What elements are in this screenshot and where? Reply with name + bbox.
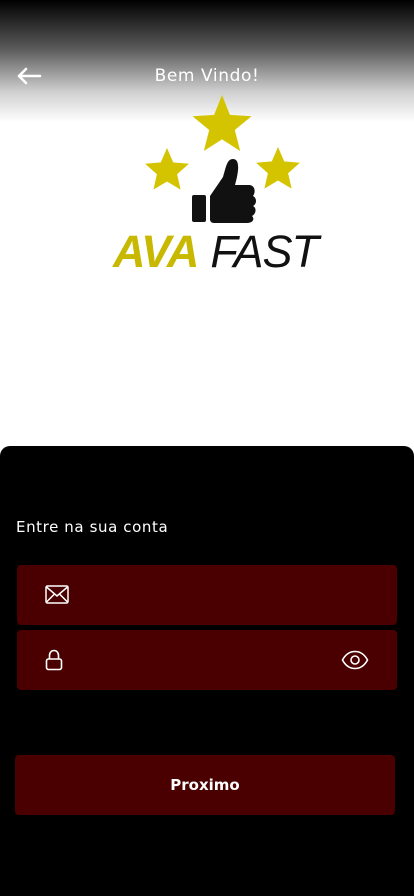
page-title: Bem Vindo! [154, 66, 260, 86]
password-field[interactable] [17, 630, 397, 690]
login-screen: Bem Vindo! AVA FAST Entre na sua conta P… [0, 0, 414, 896]
thumbs-up-icon [192, 159, 256, 223]
next-button[interactable]: Proximo [15, 755, 395, 815]
star-icon [192, 95, 252, 151]
star-icon [145, 148, 189, 190]
password-input[interactable] [85, 630, 325, 690]
email-input[interactable] [85, 565, 325, 625]
brand-part-fast: FAST [210, 226, 319, 277]
envelope-icon [45, 585, 69, 604]
brand-wordmark: AVA FAST [113, 228, 353, 276]
login-prompt: Entre na sua conta [16, 518, 169, 536]
brand-part-ava: AVA [113, 226, 199, 277]
lock-icon [45, 649, 63, 671]
star-icon [256, 147, 300, 189]
email-field[interactable] [17, 565, 397, 625]
eye-icon[interactable] [341, 650, 369, 670]
